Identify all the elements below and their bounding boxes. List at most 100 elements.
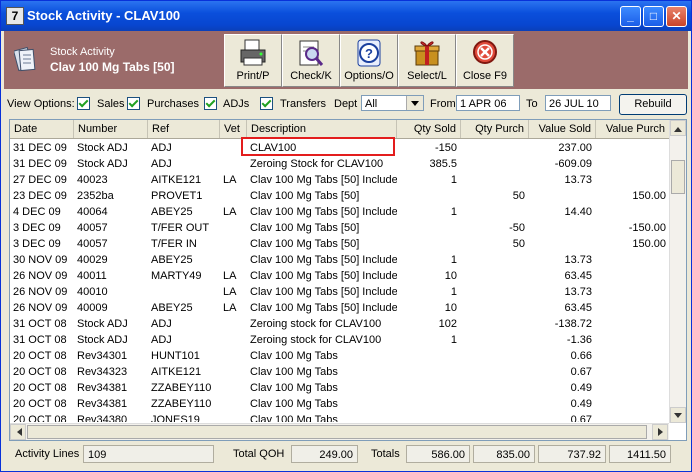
table-row[interactable]: 20 OCT 08 Rev34301 HUNT101 Clav 100 Mg Tabs…	[10, 348, 670, 364]
cell-value-purch	[596, 268, 670, 284]
column-header-qty-sold[interactable]: Qty Sold	[397, 120, 461, 138]
check-button[interactable]: Check/K	[282, 34, 340, 87]
column-header-ref[interactable]: Ref	[148, 120, 220, 138]
minimize-button[interactable]: _	[620, 6, 641, 27]
cell-qty-purch	[461, 156, 529, 172]
maximize-button[interactable]: □	[643, 6, 664, 27]
cell-value-sold: 14.40	[564, 206, 592, 218]
close-circle-icon	[473, 40, 497, 64]
column-header-value-purch[interactable]: Value Purch	[596, 120, 670, 138]
print-button[interactable]: Print/P	[224, 34, 282, 87]
cell-qty-sold: 102	[438, 318, 457, 330]
cell-description: Clav 100 Mg Tabs [50] Include	[250, 270, 397, 282]
magnifier-icon	[299, 40, 324, 66]
cell-value-sold: -609.09	[554, 158, 592, 170]
cell-ref: ADJ	[151, 334, 172, 346]
horizontal-scroll-thumb[interactable]	[27, 425, 647, 439]
cell-value-sold	[529, 188, 596, 204]
cell-qty-sold	[397, 348, 461, 364]
cell-date: 20 OCT 08	[13, 366, 67, 378]
table-row[interactable]: 27 DEC 09 40023 AITKE121 LA Clav 100 Mg Tabs…	[10, 172, 670, 188]
cell-vet	[220, 236, 247, 252]
cell-qty-sold: 10	[444, 270, 457, 282]
table-row[interactable]: 26 NOV 09 40010 LA Clav 100 Mg Tabs [50] In…	[10, 284, 670, 300]
cell-description: Clav 100 Mg Tabs	[250, 382, 338, 394]
horizontal-scrollbar[interactable]	[10, 423, 669, 440]
column-header-number[interactable]: Number	[74, 120, 148, 138]
to-date-input[interactable]: 26 JUL 10	[545, 95, 611, 111]
cell-number: Rev34301	[77, 350, 128, 362]
cell-date: 27 DEC 09	[13, 174, 67, 186]
cell-value-purch: 150.00	[632, 190, 666, 202]
table-row[interactable]: 20 OCT 08 Rev34381 ZZABEY110 Clav 100 Mg Ta…	[10, 396, 670, 412]
vertical-scrollbar[interactable]	[669, 120, 686, 423]
cell-value-sold: 63.45	[564, 302, 592, 314]
total-qoh-value: 249.00	[291, 445, 358, 463]
table-row[interactable]: 23 DEC 09 2352ba PROVET1 Clav 100 Mg Tabs […	[10, 188, 670, 204]
cell-vet	[220, 412, 247, 422]
cell-vet	[220, 364, 247, 380]
rebuild-button[interactable]: Rebuild	[619, 94, 687, 115]
cell-number: 40029	[77, 254, 108, 266]
cell-qty-purch	[461, 332, 529, 348]
cell-value-sold: 0.49	[570, 382, 592, 394]
from-date-input[interactable]: 1 APR 06	[456, 95, 520, 111]
cell-date: 31 DEC 09	[13, 142, 67, 154]
column-header-date[interactable]: Date	[10, 120, 74, 138]
column-header-vet[interactable]: Vet	[220, 120, 247, 138]
scroll-right-arrow[interactable]	[652, 424, 668, 440]
view-options-row: View Options: Sales Purchases ADJs Trans…	[1, 93, 691, 115]
total-value-sold: 737.92	[538, 445, 606, 463]
table-row[interactable]: 26 NOV 09 40011 MARTY49 LA Clav 100 Mg Tabs …	[10, 268, 670, 284]
cell-qty-purch	[461, 364, 529, 380]
transfers-checkbox[interactable]	[260, 97, 273, 110]
cell-value-sold: 0.49	[570, 398, 592, 410]
cell-ref: ABEY25	[151, 254, 193, 266]
purchases-checkbox[interactable]	[127, 97, 140, 110]
column-header-value-sold[interactable]: Value Sold	[529, 120, 596, 138]
column-header-description[interactable]: Description	[247, 120, 397, 138]
dept-value: All	[365, 98, 378, 110]
table-row[interactable]: 3 DEC 09 40057 T/FER IN Clav 100 Mg Tabs [5…	[10, 236, 670, 252]
table-row[interactable]: 26 NOV 09 40009 ABEY25 LA Clav 100 Mg Tabs […	[10, 300, 670, 316]
column-header-qty-purch[interactable]: Qty Purch	[461, 120, 529, 138]
check-label: Check/K	[290, 70, 332, 82]
scroll-down-arrow[interactable]	[670, 407, 686, 423]
close-window-button[interactable]: ✕	[666, 6, 687, 27]
cell-value-purch	[596, 348, 670, 364]
cell-vet: LA	[223, 206, 237, 218]
vertical-scroll-thumb[interactable]	[671, 160, 685, 194]
select-label: Select/L	[407, 70, 447, 82]
table-row[interactable]: 20 OCT 08 Rev34381 ZZABEY110 Clav 100 Mg Ta…	[10, 380, 670, 396]
cell-description: Clav 100 Mg Tabs [50] Include	[250, 174, 397, 186]
app-icon: 7	[6, 7, 24, 25]
select-button[interactable]: Select/L	[398, 34, 456, 87]
cell-value-purch	[596, 140, 670, 156]
cell-qty-sold	[397, 220, 461, 236]
cell-qty-sold: 1	[450, 206, 457, 218]
dept-dropdown[interactable]: All	[361, 95, 424, 111]
cell-qty-purch	[461, 380, 529, 396]
table-row[interactable]: 3 DEC 09 40057 T/FER OUT Clav 100 Mg Tabs […	[10, 220, 670, 236]
table-row[interactable]: 20 OCT 08 Rev34380 JONES19 Clav 100 Mg Tabs…	[10, 412, 670, 422]
table-row[interactable]: 31 DEC 09 Stock ADJ ADJ Zeroing Stock for C…	[10, 156, 670, 172]
cell-date: 31 OCT 08	[13, 318, 67, 330]
title-bar[interactable]: 7 Stock Activity - CLAV100 _ □ ✕	[1, 1, 691, 31]
cell-description: Clav 100 Mg Tabs	[250, 398, 338, 410]
cell-date: 26 NOV 09	[13, 302, 68, 314]
table-row[interactable]: 31 OCT 08 Stock ADJ ADJ Zeroing stock for C…	[10, 332, 670, 348]
adjs-checkbox[interactable]	[204, 97, 217, 110]
cell-description: Clav 100 Mg Tabs [50] Include	[250, 286, 397, 298]
cell-value-sold: 13.73	[564, 174, 592, 186]
table-row[interactable]: 20 OCT 08 Rev34323 AITKE121 Clav 100 Mg Tab…	[10, 364, 670, 380]
table-row[interactable]: 31 OCT 08 Stock ADJ ADJ Zeroing stock for C…	[10, 316, 670, 332]
table-row[interactable]: 30 NOV 09 40029 ABEY25 Clav 100 Mg Tabs [50…	[10, 252, 670, 268]
sales-checkbox[interactable]	[77, 97, 90, 110]
options-button[interactable]: ? Options/O	[340, 34, 398, 87]
header-product: Clav 100 Mg Tabs [50]	[50, 60, 175, 74]
table-row[interactable]: 4 DEC 09 40064 ABEY25 LA Clav 100 Mg Tabs [5…	[10, 204, 670, 220]
chevron-down-icon[interactable]	[406, 96, 423, 110]
scroll-left-arrow[interactable]	[10, 424, 26, 440]
scroll-up-arrow[interactable]	[670, 120, 686, 136]
close-button[interactable]: Close F9	[456, 34, 514, 87]
